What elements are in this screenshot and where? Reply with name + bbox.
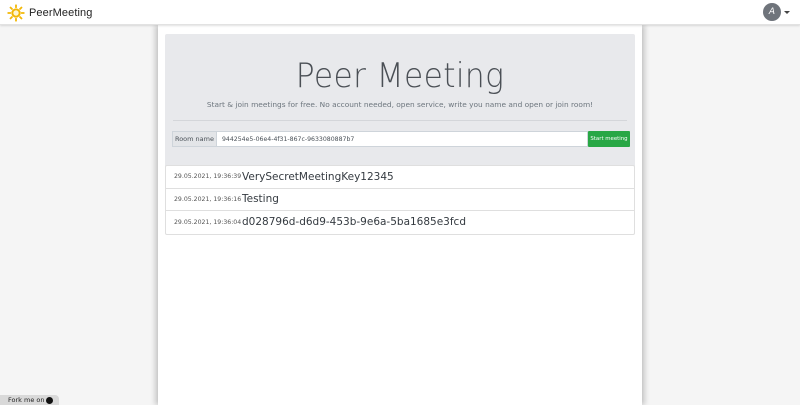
fork-me-link[interactable]: Fork me on: [0, 395, 59, 405]
fork-label: Fork me on: [8, 396, 45, 404]
user-menu[interactable]: A: [763, 3, 790, 21]
meeting-name[interactable]: Testing: [242, 193, 279, 205]
recent-meetings-list: 29.05.2021, 19:36:39 VerySecretMeetingKe…: [165, 165, 635, 235]
room-name-label: Room name: [172, 131, 217, 147]
divider: [173, 120, 627, 121]
avatar[interactable]: A: [763, 3, 781, 21]
caret-down-icon[interactable]: [784, 10, 790, 14]
app-title: PeerMeeting: [29, 6, 93, 19]
room-name-input[interactable]: [217, 131, 588, 147]
sun-gear-logo-icon: [7, 3, 25, 22]
room-form: Room name Start meeting: [172, 131, 630, 147]
page-title: Peer Meeting: [295, 56, 505, 96]
page-subtitle: Start & join meetings for free. No accou…: [206, 100, 594, 109]
github-icon: [46, 396, 54, 404]
start-meeting-button[interactable]: Start meeting: [588, 131, 630, 147]
hero-panel: Peer Meeting Start & join meetings for f…: [165, 34, 635, 176]
top-navbar: PeerMeeting A: [0, 0, 800, 25]
main-container: Peer Meeting Start & join meetings for f…: [158, 25, 642, 405]
meeting-date: 29.05.2021, 19:36:16: [174, 195, 242, 203]
brand-link[interactable]: PeerMeeting: [7, 3, 92, 22]
meeting-name[interactable]: VerySecretMeetingKey12345: [242, 171, 394, 183]
list-item[interactable]: 29.05.2021, 19:36:39 VerySecretMeetingKe…: [166, 166, 634, 189]
list-item[interactable]: 29.05.2021, 19:36:16 Testing: [166, 189, 634, 211]
meeting-name[interactable]: d028796d-d6d9-453b-9e6a-5ba1685e3fcd: [242, 216, 466, 228]
meeting-date: 29.05.2021, 19:36:04: [174, 218, 242, 226]
list-item[interactable]: 29.05.2021, 19:36:04 d028796d-d6d9-453b-…: [166, 211, 634, 234]
meeting-date: 29.05.2021, 19:36:39: [174, 173, 242, 181]
